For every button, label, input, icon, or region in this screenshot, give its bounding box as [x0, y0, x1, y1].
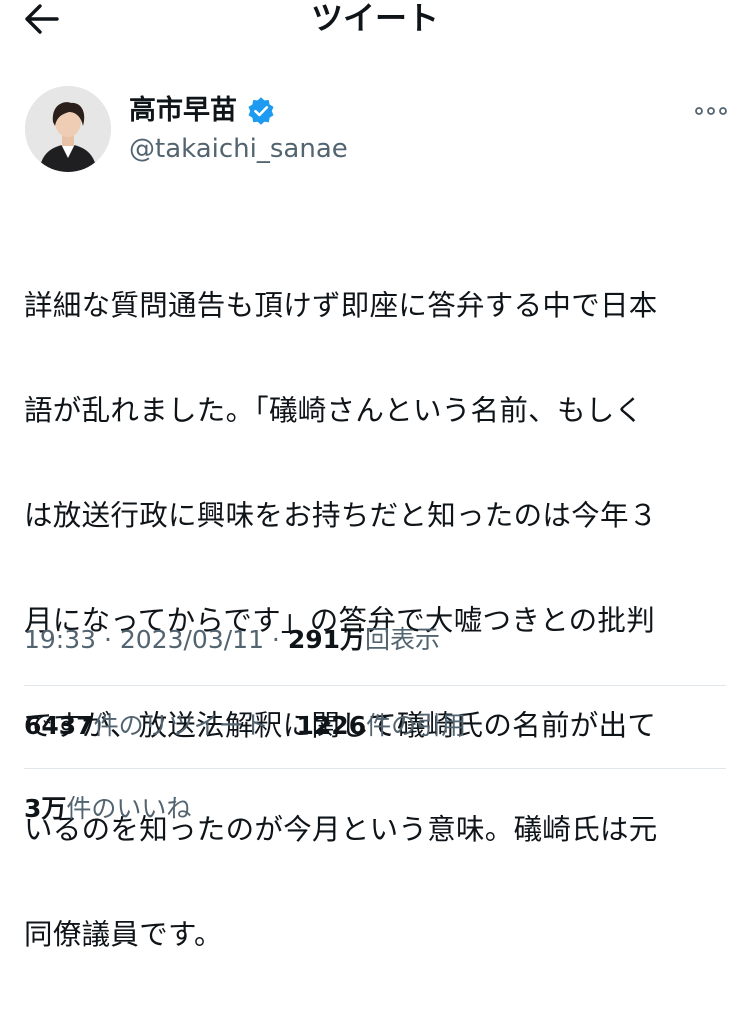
divider	[24, 685, 726, 686]
avatar-photo	[25, 86, 111, 172]
avatar[interactable]	[25, 86, 111, 172]
retweets-label: 件のリツイート	[93, 711, 269, 740]
tweet-date[interactable]: 2023/03/11	[120, 625, 264, 654]
tweet-line: 語が乱れました。「礒崎さんという名前、もしく	[24, 394, 644, 428]
tweet-line: 詳細な質問通告も頂けず即座に答弁する中で日本	[24, 289, 658, 323]
likes-label: 件のいいね	[66, 794, 192, 823]
meta-separator: ·	[263, 625, 288, 654]
page-title: ツイート	[310, 0, 439, 37]
tweet-line: は放送行政に興味をお持ちだと知ったのは今年３	[24, 499, 658, 533]
likes-count: 3万	[24, 794, 67, 823]
tweet-time[interactable]: 19:33	[24, 625, 96, 654]
quotes-label: 件の引用	[366, 711, 467, 740]
likes-stats: 3万件のいいね	[24, 791, 191, 827]
views-count: 291万	[287, 625, 366, 654]
more-horizontal-icon[interactable]	[694, 98, 728, 124]
likes-stat[interactable]: 3万件のいいね	[24, 794, 191, 823]
divider	[24, 768, 726, 769]
author-handle[interactable]: @takaichi_sanae	[129, 133, 348, 165]
retweets-stat[interactable]: 6437件のリツイート	[24, 711, 269, 740]
verified-badge-icon	[248, 97, 274, 125]
tweet-meta: 19:33 · 2023/03/11 · 291万回表示	[24, 622, 440, 658]
top-bar: ツイート	[0, 0, 750, 40]
author-name[interactable]: 高市早苗	[129, 94, 237, 128]
tweet-line: 同僚議員です。	[24, 918, 223, 952]
retweet-quote-stats: 6437件のリツイート 1226件の引用	[24, 708, 466, 744]
quotes-stat[interactable]: 1226件の引用	[297, 711, 467, 740]
tweet-text: 詳細な質問通告も頂けず即座に答弁する中で日本 語が乱れました。「礒崎さんという名…	[24, 228, 729, 1014]
meta-separator: ·	[96, 625, 120, 654]
views-label: 回表示	[365, 625, 441, 654]
retweets-count: 6437	[24, 711, 94, 740]
quotes-count: 1226	[296, 711, 367, 740]
